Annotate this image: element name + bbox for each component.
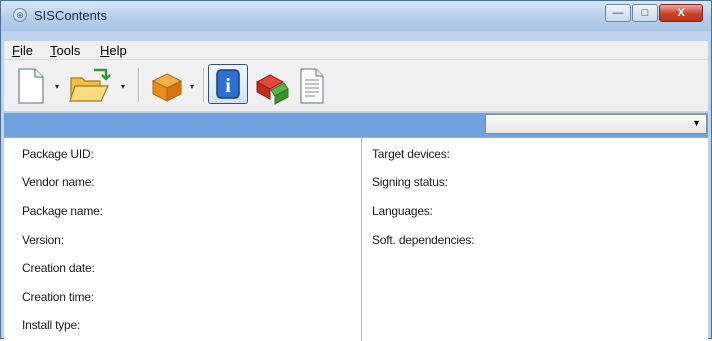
title-bar[interactable]: ⊕ SISContents — □ X [1,1,711,31]
info-icon: i [216,69,240,99]
minimize-button[interactable]: — [605,4,631,22]
window-controls: — □ X [605,4,703,24]
filter-bar: ▼ [4,113,708,137]
certificate-icon[interactable] [253,66,291,106]
chevron-down-icon[interactable]: ▼ [692,118,701,128]
open-folder-icon[interactable] [68,66,112,106]
app-window: ⊕ SISContents — □ X File Tools Help ▾ ▾ … [0,0,712,341]
vendor-name-label: Vendor name: [22,175,95,189]
package-dropdown[interactable]: ▼ [485,114,707,134]
menu-file[interactable]: File [12,43,33,58]
creation-time-label: Creation time: [22,290,94,304]
target-devices-label: Target devices: [372,147,450,161]
new-dropdown-arrow[interactable]: ▾ [55,82,59,91]
toolbar-separator [138,68,140,102]
toolbar-separator [203,68,205,102]
version-label: Version: [22,233,64,247]
install-type-label: Install type: [22,318,81,332]
open-dropdown-arrow[interactable]: ▾ [121,82,125,91]
package-name-label: Package name: [22,204,103,218]
details-panel: Package UID: Vendor name: Package name: … [4,137,708,341]
package-dropdown-arrow[interactable]: ▾ [190,82,194,91]
creation-date-label: Creation date: [22,261,95,275]
toolbar: ▾ ▾ ▾ i [4,59,708,111]
package-icon[interactable] [149,66,185,106]
menu-help[interactable]: Help [100,43,127,58]
app-icon: ⊕ [13,8,27,22]
menu-bar: File Tools Help [4,41,708,59]
new-document-icon[interactable] [12,66,48,106]
window-title: SISContents [34,8,107,23]
svg-text:i: i [225,75,231,97]
package-uid-label: Package UID: [22,147,94,161]
maximize-button[interactable]: □ [632,4,658,22]
menu-tools[interactable]: Tools [50,43,80,58]
close-button[interactable]: X [659,4,703,22]
soft-dependencies-label: Soft. dependencies: [372,233,475,247]
text-document-icon[interactable] [297,66,327,106]
info-button[interactable]: i [208,64,248,104]
languages-label: Languages: [372,204,433,218]
signing-status-label: Signing status: [372,175,448,189]
column-divider [361,138,362,341]
